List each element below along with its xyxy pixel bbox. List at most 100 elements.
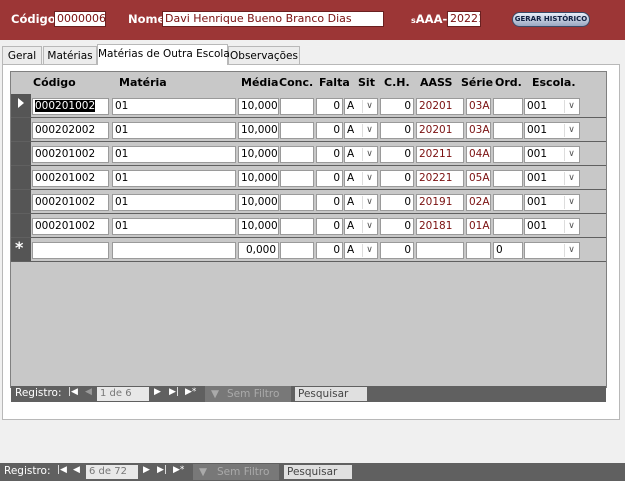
escola-select[interactable]: ∨ (524, 242, 580, 259)
serie-cell[interactable]: 02A (466, 194, 491, 211)
aass-cell[interactable]: 20221 (416, 170, 464, 187)
materia-cell[interactable]: 01 (112, 170, 236, 187)
serie-cell[interactable]: 05A (466, 170, 491, 187)
escola-select[interactable]: 001 ∨ (524, 122, 580, 139)
chevron-down-icon[interactable]: ∨ (362, 244, 376, 257)
conc-cell[interactable] (280, 170, 314, 187)
last-record-icon[interactable]: ▶| (157, 465, 167, 475)
aass-cell[interactable]: 20201 (416, 98, 464, 115)
ch-cell[interactable]: 0 (380, 194, 414, 211)
codigo-field[interactable]: 0000006 (54, 11, 106, 27)
new-record-icon[interactable]: ▶* (173, 465, 184, 475)
row-selector[interactable] (11, 166, 31, 189)
serie-cell[interactable]: 04A (466, 146, 491, 163)
row-selector[interactable] (11, 118, 31, 141)
ch-cell[interactable]: 0 (380, 122, 414, 139)
row-selector[interactable] (11, 94, 31, 117)
falta-cell[interactable]: 0 (316, 146, 343, 163)
tab-materias-outra-escola[interactable]: Matérias de Outra Escola (97, 44, 230, 65)
inner-record-position[interactable]: 1 de 6 (97, 387, 149, 401)
new-record-icon[interactable]: ▶* (185, 387, 196, 397)
media-cell[interactable]: 10,000 (238, 122, 279, 139)
row-selector[interactable] (11, 214, 31, 237)
sit-select[interactable]: A ∨ (344, 170, 378, 187)
media-cell[interactable]: 10,000 (238, 170, 279, 187)
media-cell[interactable]: 10,000 (238, 218, 279, 235)
falta-cell[interactable]: 0 (316, 194, 343, 211)
conc-cell[interactable] (280, 122, 314, 139)
escola-select[interactable]: 001 ∨ (524, 170, 580, 187)
materia-cell[interactable]: 01 (112, 218, 236, 235)
chevron-down-icon[interactable]: ∨ (564, 172, 578, 185)
ord-cell[interactable] (493, 194, 523, 211)
tab-observacoes[interactable]: Observações (228, 46, 300, 64)
chevron-down-icon[interactable]: ∨ (362, 220, 376, 233)
tab-materias[interactable]: Matérias (43, 46, 97, 64)
prev-record-icon[interactable]: ◀ (73, 465, 80, 475)
aass-cell[interactable] (416, 242, 464, 259)
chevron-down-icon[interactable]: ∨ (362, 100, 376, 113)
chevron-down-icon[interactable]: ∨ (362, 148, 376, 161)
ch-cell[interactable]: 0 (380, 170, 414, 187)
sit-select[interactable]: A ∨ (344, 218, 378, 235)
outer-filter-button[interactable]: ▼ Sem Filtro (193, 464, 279, 480)
aass-cell[interactable]: 20181 (416, 218, 464, 235)
materia-cell[interactable]: 01 (112, 146, 236, 163)
escola-select[interactable]: 001 ∨ (524, 98, 580, 115)
falta-cell[interactable]: 0 (316, 122, 343, 139)
outer-record-position[interactable]: 6 de 72 (86, 465, 138, 479)
escola-select[interactable]: 001 ∨ (524, 146, 580, 163)
ch-cell[interactable]: 0 (380, 218, 414, 235)
media-cell[interactable]: 10,000 (238, 194, 279, 211)
conc-cell[interactable] (280, 98, 314, 115)
gerar-historico-button[interactable]: GERAR HISTÓRICO (512, 12, 590, 27)
chevron-down-icon[interactable]: ∨ (564, 196, 578, 209)
chevron-down-icon[interactable]: ∨ (362, 124, 376, 137)
row-selector[interactable] (11, 142, 31, 165)
aass-cell[interactable]: 20211 (416, 146, 464, 163)
first-record-icon[interactable]: |◀ (57, 465, 67, 475)
tab-geral[interactable]: Geral (2, 46, 42, 64)
chevron-down-icon[interactable]: ∨ (362, 196, 376, 209)
sit-select[interactable]: A ∨ (344, 98, 378, 115)
serie-cell[interactable]: 03A (466, 98, 491, 115)
nome-field[interactable]: Davi Henrique Bueno Branco Dias (162, 11, 384, 27)
next-record-icon[interactable]: ▶ (154, 387, 161, 397)
codigo-cell[interactable]: 000201002 (32, 194, 109, 211)
escola-select[interactable]: 001 ∨ (524, 218, 580, 235)
falta-cell[interactable]: 0 (316, 170, 343, 187)
codigo-cell[interactable] (32, 242, 109, 259)
chevron-down-icon[interactable]: ∨ (564, 220, 578, 233)
chevron-down-icon[interactable]: ∨ (564, 148, 578, 161)
sit-select[interactable]: A ∨ (344, 242, 378, 259)
chevron-down-icon[interactable]: ∨ (564, 244, 578, 257)
conc-cell[interactable] (280, 146, 314, 163)
escola-select[interactable]: 001 ∨ (524, 194, 580, 211)
codigo-cell[interactable]: 000201002 (32, 170, 109, 187)
chevron-down-icon[interactable]: ∨ (564, 100, 578, 113)
chevron-down-icon[interactable]: ∨ (564, 124, 578, 137)
ord-cell[interactable]: 0 (493, 242, 523, 259)
row-selector[interactable]: * (11, 238, 31, 261)
codigo-cell[interactable]: 000202002 (32, 122, 109, 139)
media-cell[interactable]: 0,000 (238, 242, 279, 259)
aass-cell[interactable]: 20191 (416, 194, 464, 211)
codigo-cell[interactable]: 000201002 (32, 218, 109, 235)
materia-cell[interactable]: 01 (112, 122, 236, 139)
falta-cell[interactable]: 0 (316, 98, 343, 115)
ord-cell[interactable] (493, 122, 523, 139)
sit-select[interactable]: A ∨ (344, 122, 378, 139)
sit-select[interactable]: A ∨ (344, 146, 378, 163)
outer-search-box[interactable]: Pesquisar (284, 465, 352, 479)
aaas-field[interactable]: 20221 (447, 11, 481, 27)
prev-record-icon[interactable]: ◀ (85, 387, 92, 397)
chevron-down-icon[interactable]: ∨ (362, 172, 376, 185)
ch-cell[interactable]: 0 (380, 242, 414, 259)
falta-cell[interactable]: 0 (316, 242, 343, 259)
inner-search-box[interactable]: Pesquisar (295, 387, 367, 401)
codigo-cell[interactable]: 000201002 (32, 146, 109, 163)
serie-cell[interactable]: 03A (466, 122, 491, 139)
conc-cell[interactable] (280, 242, 314, 259)
ord-cell[interactable] (493, 146, 523, 163)
ord-cell[interactable] (493, 98, 523, 115)
